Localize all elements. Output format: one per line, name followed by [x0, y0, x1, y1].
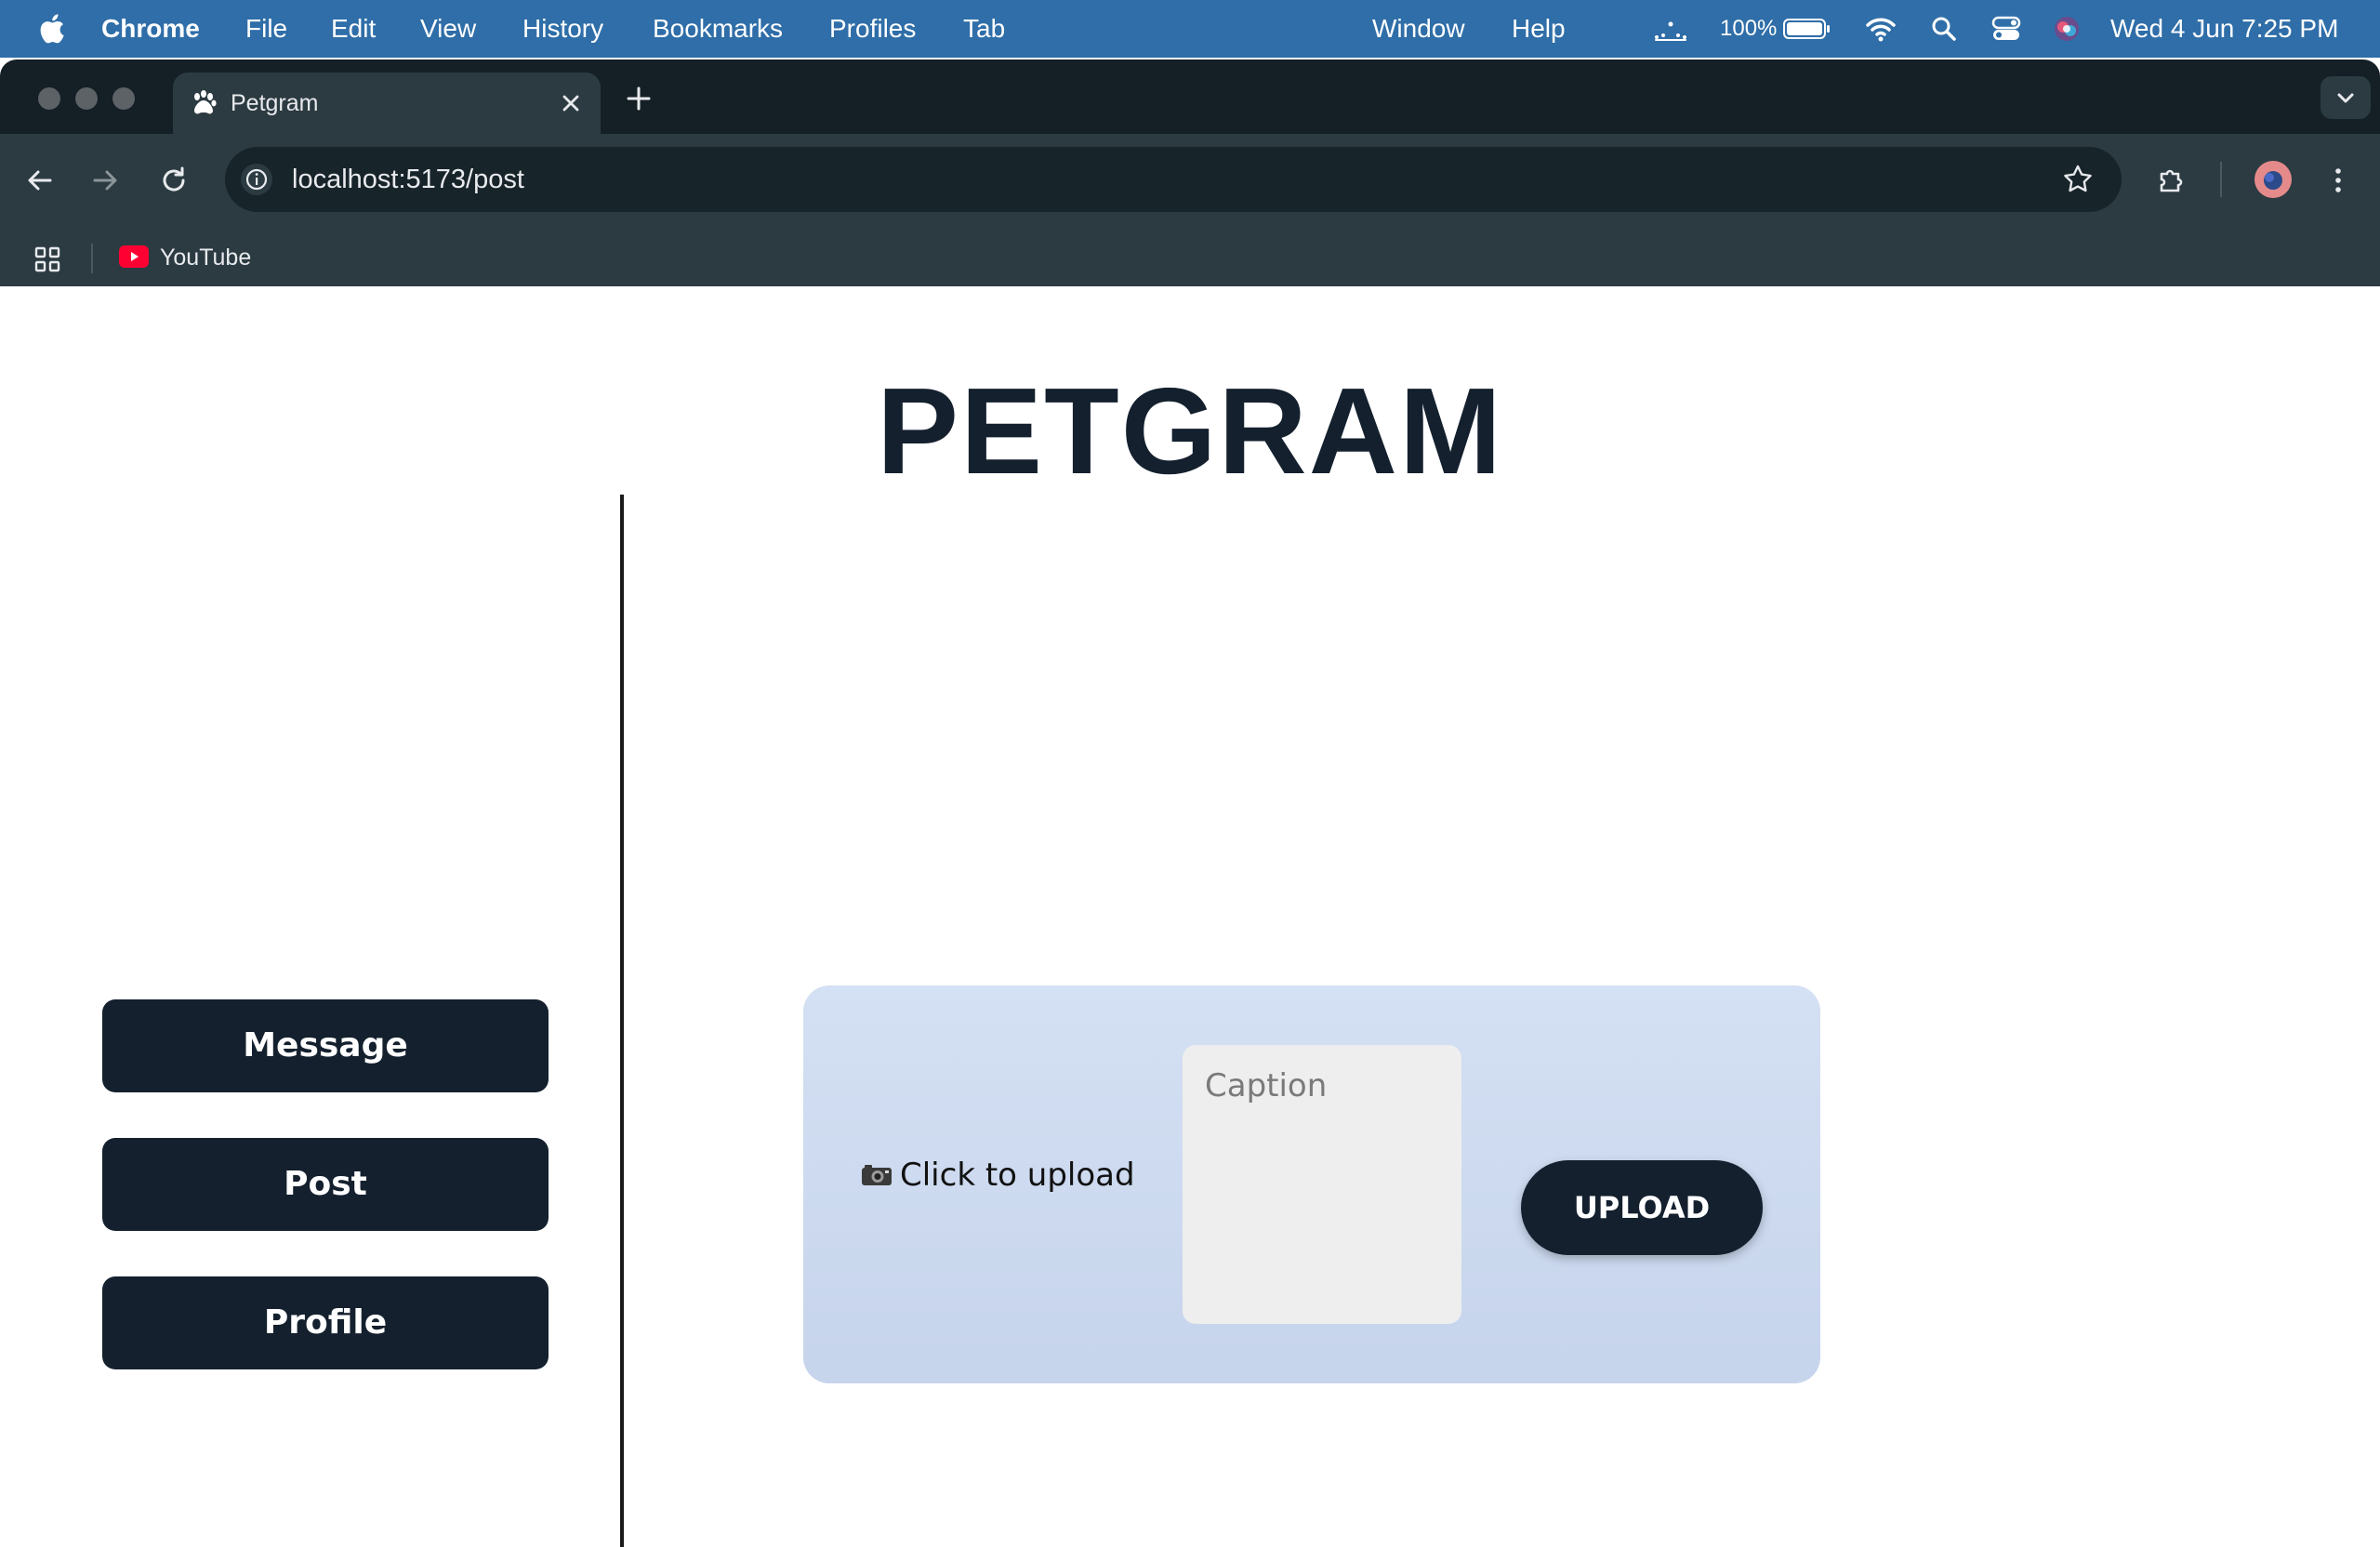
- bookmarks-bar: YouTube: [0, 227, 2380, 286]
- chrome-menu-kebab-icon[interactable]: [2322, 165, 2354, 196]
- bookmark-star-icon[interactable]: [2062, 164, 2094, 195]
- apps-grid-icon[interactable]: [33, 245, 61, 273]
- reload-icon[interactable]: [158, 165, 190, 196]
- upload-picker-label: Click to upload: [900, 1157, 1135, 1194]
- upload-form-card: Click to upload UPLOAD: [803, 985, 1820, 1383]
- battery-percentage: 100%: [1720, 16, 1778, 41]
- menu-file[interactable]: File: [245, 0, 287, 58]
- url-text: localhost:5173/post: [292, 165, 524, 194]
- chrome-window: Petgram localhost:5173/post YouTube PETG…: [0, 60, 2380, 1547]
- back-arrow-icon[interactable]: [24, 165, 56, 196]
- camera-icon: [862, 1165, 892, 1185]
- dictation-icon[interactable]: [1653, 15, 1688, 43]
- profile-avatar[interactable]: [2254, 160, 2293, 199]
- youtube-icon[interactable]: [119, 245, 149, 268]
- new-tab-plus-icon[interactable]: [623, 83, 654, 114]
- bookmark-youtube[interactable]: YouTube: [160, 227, 251, 288]
- menu-edit[interactable]: Edit: [331, 0, 376, 58]
- site-info-icon[interactable]: [240, 163, 273, 196]
- page-title: PETGRAM: [877, 363, 1503, 499]
- battery-icon[interactable]: [1783, 15, 1831, 43]
- tab-strip: Petgram: [0, 60, 2380, 134]
- menu-profiles[interactable]: Profiles: [829, 0, 916, 58]
- chevron-down-icon: [2337, 93, 2354, 103]
- window-minimize-button[interactable]: [75, 87, 98, 110]
- menu-view[interactable]: View: [420, 0, 476, 58]
- menu-help[interactable]: Help: [1512, 0, 1566, 58]
- caption-textarea[interactable]: [1183, 1045, 1461, 1324]
- tab-search-button[interactable]: [2320, 76, 2371, 119]
- siri-icon[interactable]: [2053, 15, 2081, 43]
- menu-history[interactable]: History: [522, 0, 603, 58]
- extensions-puzzle-icon[interactable]: [2155, 165, 2187, 196]
- browser-toolbar: localhost:5173/post: [0, 134, 2380, 227]
- page-viewport: PETGRAM Message Post Profile Click to up…: [0, 286, 2380, 1547]
- apple-logo-icon[interactable]: [37, 13, 65, 45]
- menubar-clock[interactable]: Wed 4 Jun 7:25 PM: [2110, 0, 2338, 58]
- nav-message-button[interactable]: Message: [102, 999, 549, 1092]
- upload-button[interactable]: UPLOAD: [1521, 1160, 1763, 1255]
- menu-window[interactable]: Window: [1372, 0, 1465, 58]
- wifi-icon[interactable]: [1865, 15, 1897, 43]
- menu-tab[interactable]: Tab: [963, 0, 1005, 58]
- tab-close-icon[interactable]: [558, 90, 584, 116]
- control-center-icon[interactable]: [1991, 15, 2021, 43]
- window-zoom-button[interactable]: [112, 87, 135, 110]
- address-bar[interactable]: localhost:5173/post: [225, 147, 2122, 212]
- paw-favicon-icon: [194, 90, 217, 114]
- forward-arrow-icon[interactable]: [89, 165, 121, 196]
- nav-profile-button[interactable]: Profile: [102, 1276, 549, 1369]
- menu-app-chrome[interactable]: Chrome: [101, 0, 200, 58]
- toolbar-separator: [2220, 162, 2222, 197]
- vertical-divider: [620, 495, 624, 1547]
- tab-title: Petgram: [231, 90, 319, 116]
- spotlight-search-icon[interactable]: [1930, 15, 1958, 43]
- menu-bookmarks[interactable]: Bookmarks: [653, 0, 783, 58]
- bookmarks-separator: [91, 244, 93, 273]
- window-close-button[interactable]: [38, 87, 60, 110]
- macos-menu-bar: Chrome File Edit View History Bookmarks …: [0, 0, 2380, 58]
- tab-petgram[interactable]: Petgram: [173, 73, 601, 134]
- nav-post-button[interactable]: Post: [102, 1138, 549, 1231]
